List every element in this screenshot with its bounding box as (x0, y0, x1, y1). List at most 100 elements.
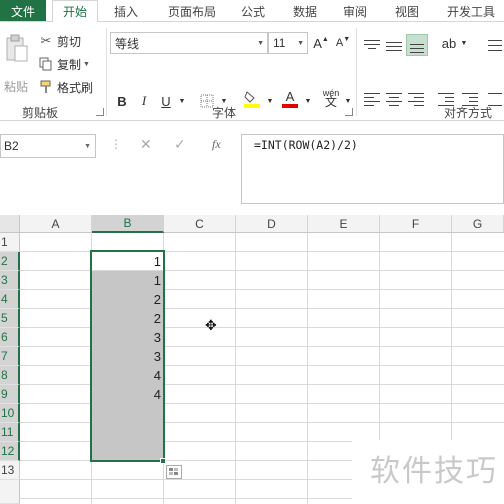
font-launcher-icon[interactable] (345, 108, 353, 116)
tab-home[interactable]: 开始 (52, 0, 98, 22)
tab-file[interactable]: 文件 (0, 0, 46, 22)
align-bottom-icon[interactable] (406, 34, 428, 56)
font-color-icon: A (285, 89, 295, 104)
name-box[interactable]: B2 ▼ (0, 134, 96, 158)
paste-button[interactable]: 粘贴 (2, 32, 30, 94)
row-header-2[interactable]: 2 (0, 252, 20, 271)
fill-handle[interactable] (160, 458, 166, 464)
italic-button[interactable]: I (136, 91, 152, 111)
tab-data[interactable]: 数据 (284, 0, 326, 22)
font-name-value: 等线 (115, 36, 140, 51)
gridline (307, 233, 308, 504)
font-group-label: 字体 (212, 106, 237, 120)
col-header-e[interactable]: E (308, 215, 380, 233)
formula-buttons: ⋮ ✕ ✓ fx (108, 134, 241, 158)
phonetic-button[interactable]: wén 文 (320, 88, 342, 109)
tab-page-layout[interactable]: 页面布局 (158, 0, 226, 22)
decrease-font-icon: A (335, 37, 344, 49)
tab-developer[interactable]: 开发工具 (438, 0, 504, 22)
chevron-down-icon[interactable]: ▼ (302, 91, 314, 111)
row-header-8[interactable]: 8 (0, 366, 20, 385)
formula-input[interactable]: =INT(ROW(A2)/2) (241, 134, 504, 204)
row-header-3[interactable]: 3 (0, 271, 20, 290)
selection-border (90, 250, 165, 462)
format-painter-button[interactable]: 格式刷 (38, 78, 93, 96)
row-header-10[interactable]: 10 (0, 404, 20, 423)
copy-label: 复制 (57, 57, 82, 72)
row-header-6[interactable]: 6 (0, 328, 20, 347)
tab-formulas[interactable]: 公式 (232, 0, 274, 22)
name-box-value: B2 (4, 139, 19, 153)
ribbon-tab-bar: 文件 开始 插入 页面布局 公式 数据 审阅 视图 开发工具 (0, 0, 504, 22)
col-header-b[interactable]: B (92, 215, 164, 233)
font-name-combo[interactable]: 等线 ▼ (110, 32, 268, 54)
underline-button[interactable]: U (158, 91, 174, 111)
chevron-down-icon[interactable]: ▼ (297, 40, 304, 47)
cancel-icon[interactable]: ✕ (140, 136, 152, 153)
row-header-13[interactable]: 13 (0, 461, 20, 480)
tab-view[interactable]: 视图 (386, 0, 428, 22)
tab-review[interactable]: 审阅 (334, 0, 376, 22)
chevron-down-icon[interactable]: ▼ (83, 61, 90, 68)
col-header-f[interactable]: F (380, 215, 452, 233)
quick-analysis-icon (169, 468, 178, 475)
row-header-5[interactable]: 5 (0, 309, 20, 328)
chevron-down-icon[interactable]: ▼ (176, 91, 188, 111)
row-header-14[interactable] (0, 480, 20, 504)
fill-color-button[interactable] (242, 89, 262, 109)
more-icon: ⋮ (110, 137, 122, 151)
group-divider (356, 28, 357, 116)
col-header-d[interactable]: D (236, 215, 308, 233)
quick-analysis-button[interactable] (166, 465, 182, 479)
chevron-down-icon[interactable]: ▼ (458, 33, 470, 53)
select-all-corner[interactable] (0, 215, 20, 233)
align-left-icon[interactable] (364, 92, 382, 108)
font-size-value: 11 (273, 36, 286, 50)
enter-icon[interactable]: ✓ (174, 136, 186, 153)
copy-icon (38, 56, 54, 72)
copy-button[interactable]: 复制 ▼ (38, 55, 90, 73)
row-header-9[interactable]: 9 (0, 385, 20, 404)
ribbon: 粘贴 ✂ 剪切 复制 ▼ 格式刷 剪贴板 等线 ▼ 11 ▼ A ▲ A ▼ B I… (0, 21, 504, 121)
row-header-7[interactable]: 7 (0, 347, 20, 366)
clipboard-group-label: 剪贴板 (22, 106, 59, 120)
col-header-c[interactable]: C (164, 215, 236, 233)
worksheet-grid[interactable]: A B C D E F G 1 2 3 4 5 6 7 8 9 10 11 12… (0, 215, 504, 504)
align-top-icon[interactable] (364, 38, 382, 54)
col-header-g[interactable]: G (452, 215, 504, 233)
row-header-11[interactable]: 11 (0, 423, 20, 442)
gridline (235, 233, 236, 504)
chevron-down-icon[interactable]: ▼ (264, 91, 276, 111)
bold-button[interactable]: B (114, 91, 130, 111)
col-header-a[interactable]: A (20, 215, 92, 233)
alignment-group-label: 对齐方式 (444, 106, 493, 120)
cut-label: 剪切 (57, 34, 82, 49)
tab-insert[interactable]: 插入 (104, 0, 148, 22)
clipboard-launcher-icon[interactable] (96, 108, 104, 116)
paste-label: 粘贴 (4, 80, 29, 94)
orientation-icon[interactable]: ab (440, 33, 458, 53)
cursor-icon: ✥ (205, 317, 217, 333)
increase-font-button[interactable]: A ▲ (312, 33, 330, 53)
align-center-icon[interactable] (386, 92, 404, 108)
font-color-button[interactable]: A (280, 89, 300, 109)
increase-font-icon: A (313, 35, 322, 51)
row-header-12[interactable]: 12 (0, 442, 20, 461)
chevron-down-icon[interactable]: ▼ (257, 40, 264, 47)
align-middle-icon[interactable] (386, 38, 404, 54)
paste-icon (6, 34, 28, 62)
watermark: 软件技巧 (370, 454, 498, 489)
scissors-icon: ✂ (40, 33, 52, 48)
row-header-4[interactable]: 4 (0, 290, 20, 309)
row-header-1[interactable]: 1 (0, 233, 20, 252)
align-right-icon[interactable] (408, 92, 426, 108)
decrease-font-button[interactable]: A ▼ (334, 33, 352, 53)
font-size-combo[interactable]: 11 ▼ (268, 32, 308, 54)
fill-bucket-icon (244, 91, 260, 108)
paintbrush-icon (38, 79, 54, 95)
group-divider (106, 28, 107, 116)
wrap-text-icon[interactable] (488, 38, 504, 54)
chevron-down-icon[interactable]: ▼ (84, 143, 91, 150)
cut-button[interactable]: ✂ 剪切 (38, 32, 81, 50)
insert-function-icon[interactable]: fx (212, 137, 221, 152)
